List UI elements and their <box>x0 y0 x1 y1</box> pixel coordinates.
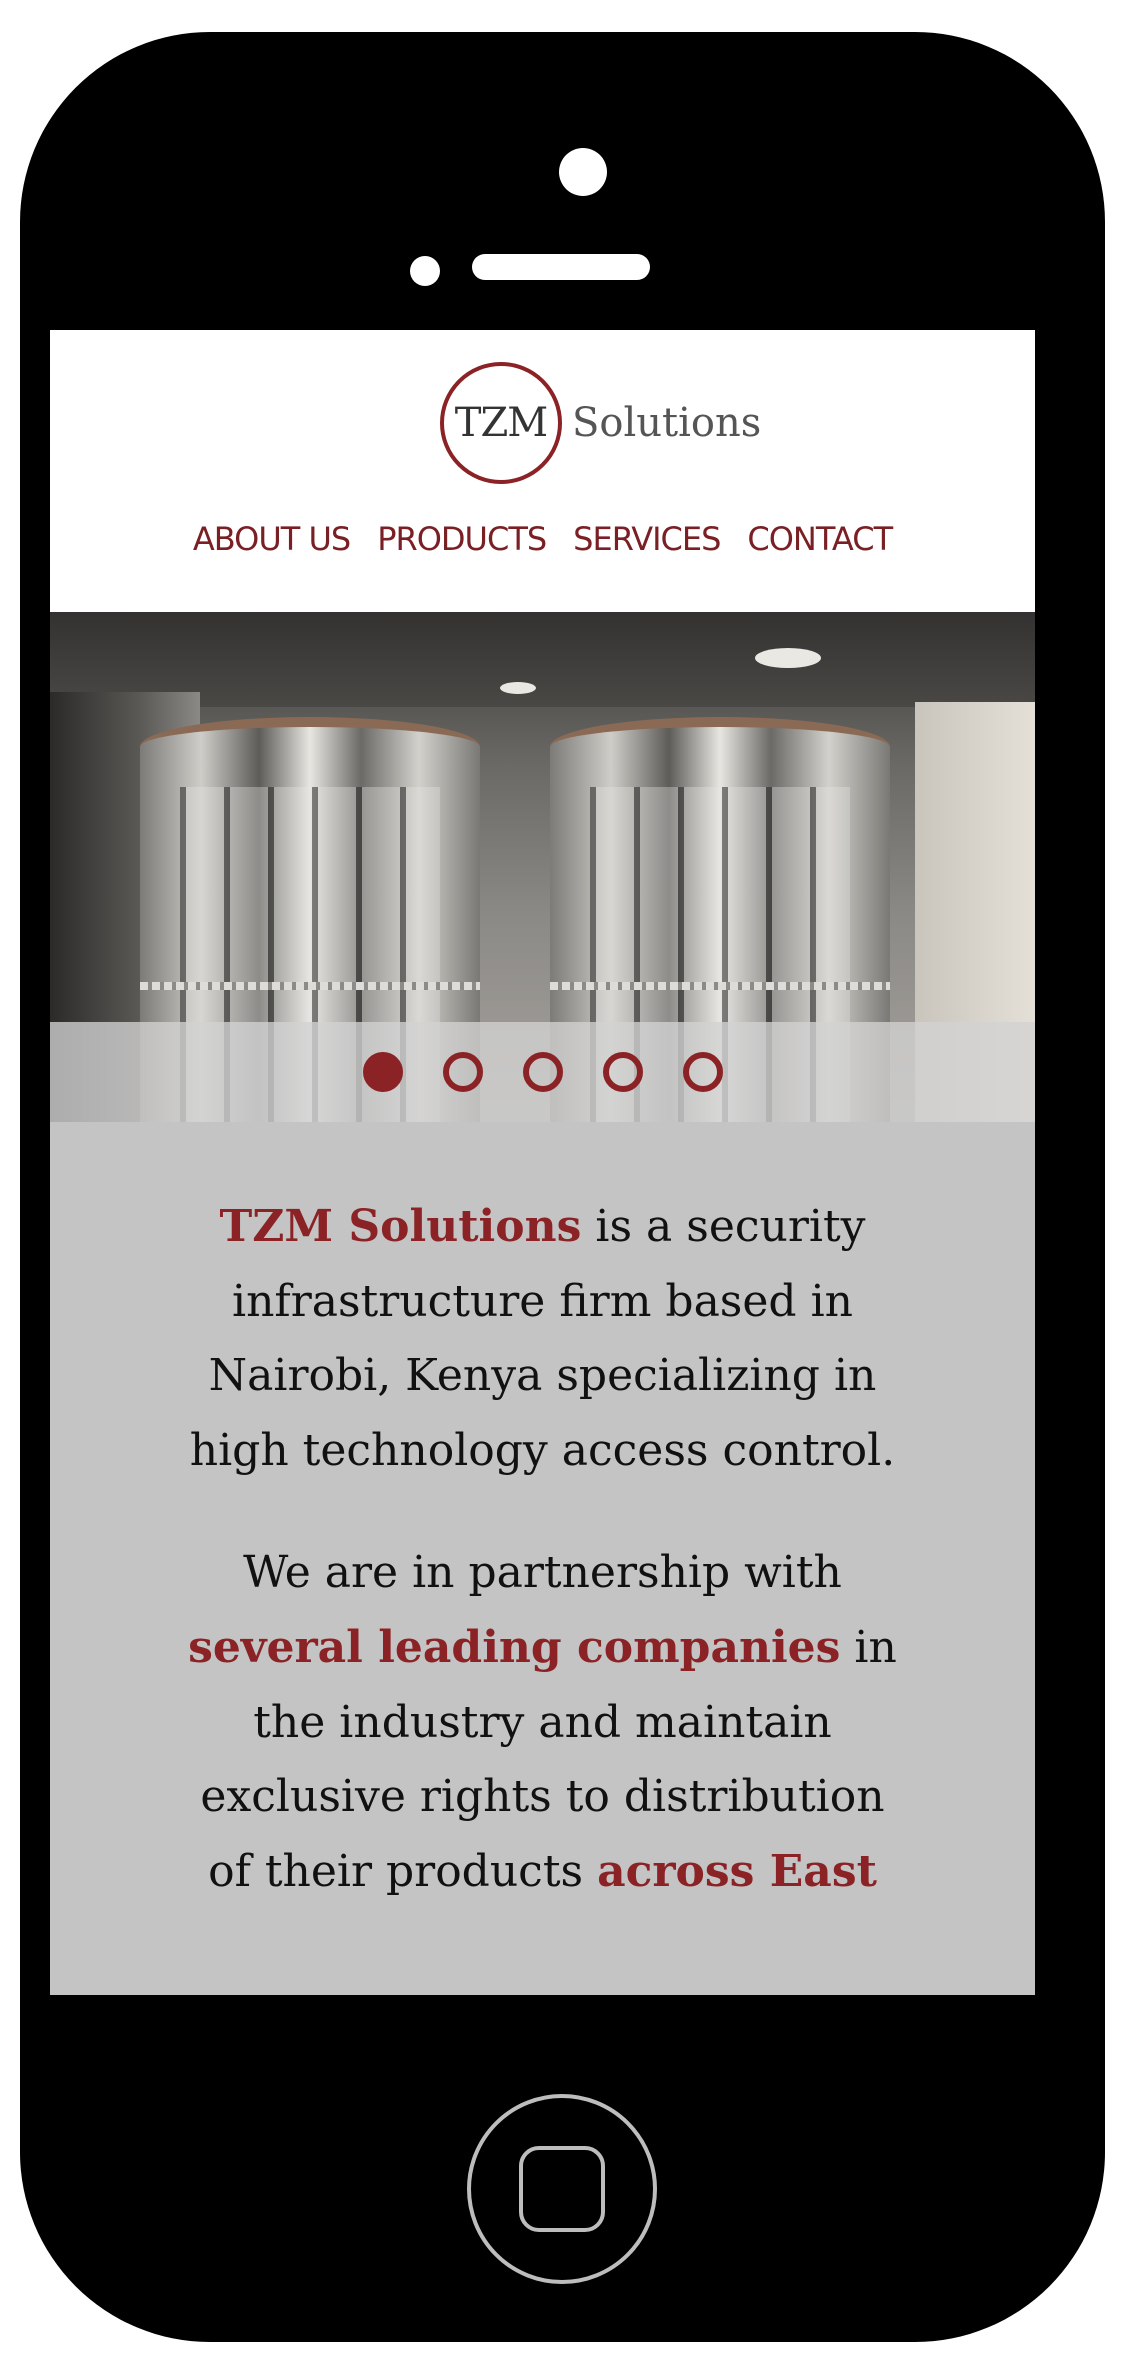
phone-screen: TZM Solutions ABOUT US PRODUCTS SERVICES… <box>50 330 1035 1995</box>
carousel-dot-2[interactable] <box>442 1052 483 1092</box>
intro-paragraph-1: TZM Solutions is a security infrastructu… <box>185 1190 900 1488</box>
carousel-indicator-strip <box>50 1022 1035 1122</box>
nav-products[interactable]: PRODUCTS <box>377 520 547 558</box>
main-nav: ABOUT US PRODUCTS SERVICES CONTACT <box>50 520 1035 558</box>
nav-about-us[interactable]: ABOUT US <box>193 520 351 558</box>
carousel-dot-4[interactable] <box>602 1052 643 1092</box>
intro-paragraph-2: We are in partnership with several leadi… <box>185 1536 900 1909</box>
front-camera <box>559 148 607 196</box>
door-frosted-band <box>550 982 890 990</box>
carousel-dot-3[interactable] <box>522 1052 563 1092</box>
nav-services[interactable]: SERVICES <box>573 520 721 558</box>
carousel-dots <box>50 1052 1035 1092</box>
carousel-dot-1[interactable] <box>362 1052 403 1092</box>
region-highlight: across East <box>597 1845 877 1897</box>
site-logo[interactable]: TZM Solutions <box>440 362 761 484</box>
proximity-sensor <box>410 256 440 286</box>
logo-wordmark: Solutions <box>572 400 762 446</box>
carousel-dot-5[interactable] <box>682 1052 723 1092</box>
ceiling-light <box>755 648 821 668</box>
door-frosted-band <box>140 982 480 990</box>
earpiece-speaker <box>472 254 650 280</box>
home-button[interactable] <box>467 2094 657 2284</box>
site-header: TZM Solutions ABOUT US PRODUCTS SERVICES… <box>50 330 1035 612</box>
company-name-highlight: TZM Solutions <box>219 1201 582 1252</box>
partners-highlight: several leading companies <box>188 1621 841 1673</box>
nav-contact[interactable]: CONTACT <box>747 520 893 558</box>
intro-text: We are in partnership with <box>243 1547 842 1599</box>
intro-section: TZM Solutions is a security infrastructu… <box>50 1190 1035 1957</box>
home-square-icon <box>519 2146 605 2232</box>
hero-carousel[interactable] <box>50 612 1035 1122</box>
logo-mark: TZM <box>440 362 562 484</box>
ceiling-light <box>500 682 536 694</box>
